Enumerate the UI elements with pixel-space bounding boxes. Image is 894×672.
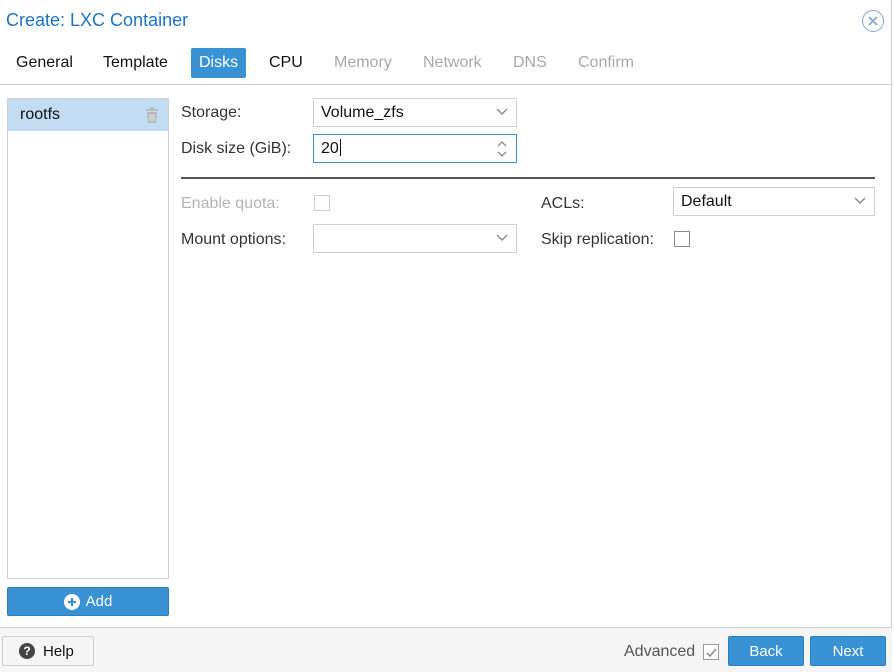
- acls-label: ACLs:: [541, 195, 585, 212]
- spinner-arrows-icon[interactable]: [496, 139, 508, 159]
- trash-icon[interactable]: [145, 107, 159, 123]
- tab-network: Network: [423, 54, 482, 71]
- close-icon: [868, 16, 878, 26]
- tab-cpu[interactable]: CPU: [261, 48, 311, 78]
- wizard-tabs: General Template Disks CPU Memory Networ…: [0, 48, 892, 78]
- plus-circle-icon: [63, 593, 80, 610]
- question-circle-icon: ?: [19, 643, 35, 659]
- tab-memory: Memory: [334, 54, 392, 71]
- create-lxc-dialog: Create: LXC Container General Template D…: [0, 0, 892, 672]
- tab-general[interactable]: General: [8, 48, 81, 78]
- dialog-title: Create: LXC Container: [6, 10, 189, 30]
- close-button[interactable]: [862, 10, 884, 32]
- tab-divider: [0, 84, 892, 85]
- back-button[interactable]: Back: [728, 636, 804, 666]
- skip-replication-checkbox[interactable]: [674, 231, 690, 247]
- disk-list: rootfs: [7, 98, 169, 579]
- next-button[interactable]: Next: [810, 636, 886, 666]
- enable-quota-checkbox: [314, 195, 330, 211]
- disk-item-label: rootfs: [20, 106, 61, 123]
- storage-value: Volume_zfs: [321, 104, 404, 121]
- mount-options-select[interactable]: [313, 224, 517, 253]
- skip-replication-label: Skip replication:: [541, 231, 654, 248]
- storage-select[interactable]: Volume_zfs: [313, 98, 517, 127]
- help-button-label: Help: [43, 642, 74, 660]
- text-cursor: [339, 139, 341, 156]
- acls-value: Default: [681, 193, 732, 210]
- tab-disks[interactable]: Disks: [191, 48, 247, 78]
- advanced-checkbox[interactable]: [703, 644, 719, 660]
- disk-size-value: 20: [321, 140, 339, 157]
- disk-size-input[interactable]: 20: [313, 134, 517, 163]
- enable-quota-label: Enable quota:: [181, 195, 280, 212]
- help-button[interactable]: ? Help: [2, 636, 94, 666]
- chevron-down-icon: [854, 197, 866, 204]
- dialog-footer: ? Help Advanced Back Next: [0, 627, 892, 672]
- storage-label: Storage:: [181, 104, 242, 121]
- add-button-label: Add: [85, 593, 113, 610]
- disk-item-rootfs[interactable]: rootfs: [8, 99, 168, 131]
- tab-dns: DNS: [513, 54, 547, 71]
- advanced-separator: [181, 177, 875, 179]
- tab-template[interactable]: Template: [95, 48, 176, 78]
- mount-options-label: Mount options:: [181, 231, 286, 248]
- chevron-down-icon: [496, 234, 508, 241]
- chevron-down-icon: [496, 108, 508, 115]
- add-disk-button[interactable]: Add: [7, 587, 169, 616]
- tab-confirm: Confirm: [578, 54, 635, 71]
- acls-select[interactable]: Default: [673, 187, 875, 216]
- checkmark-icon: [706, 648, 717, 658]
- advanced-label: Advanced: [624, 643, 696, 660]
- disk-size-label: Disk size (GiB):: [181, 140, 292, 157]
